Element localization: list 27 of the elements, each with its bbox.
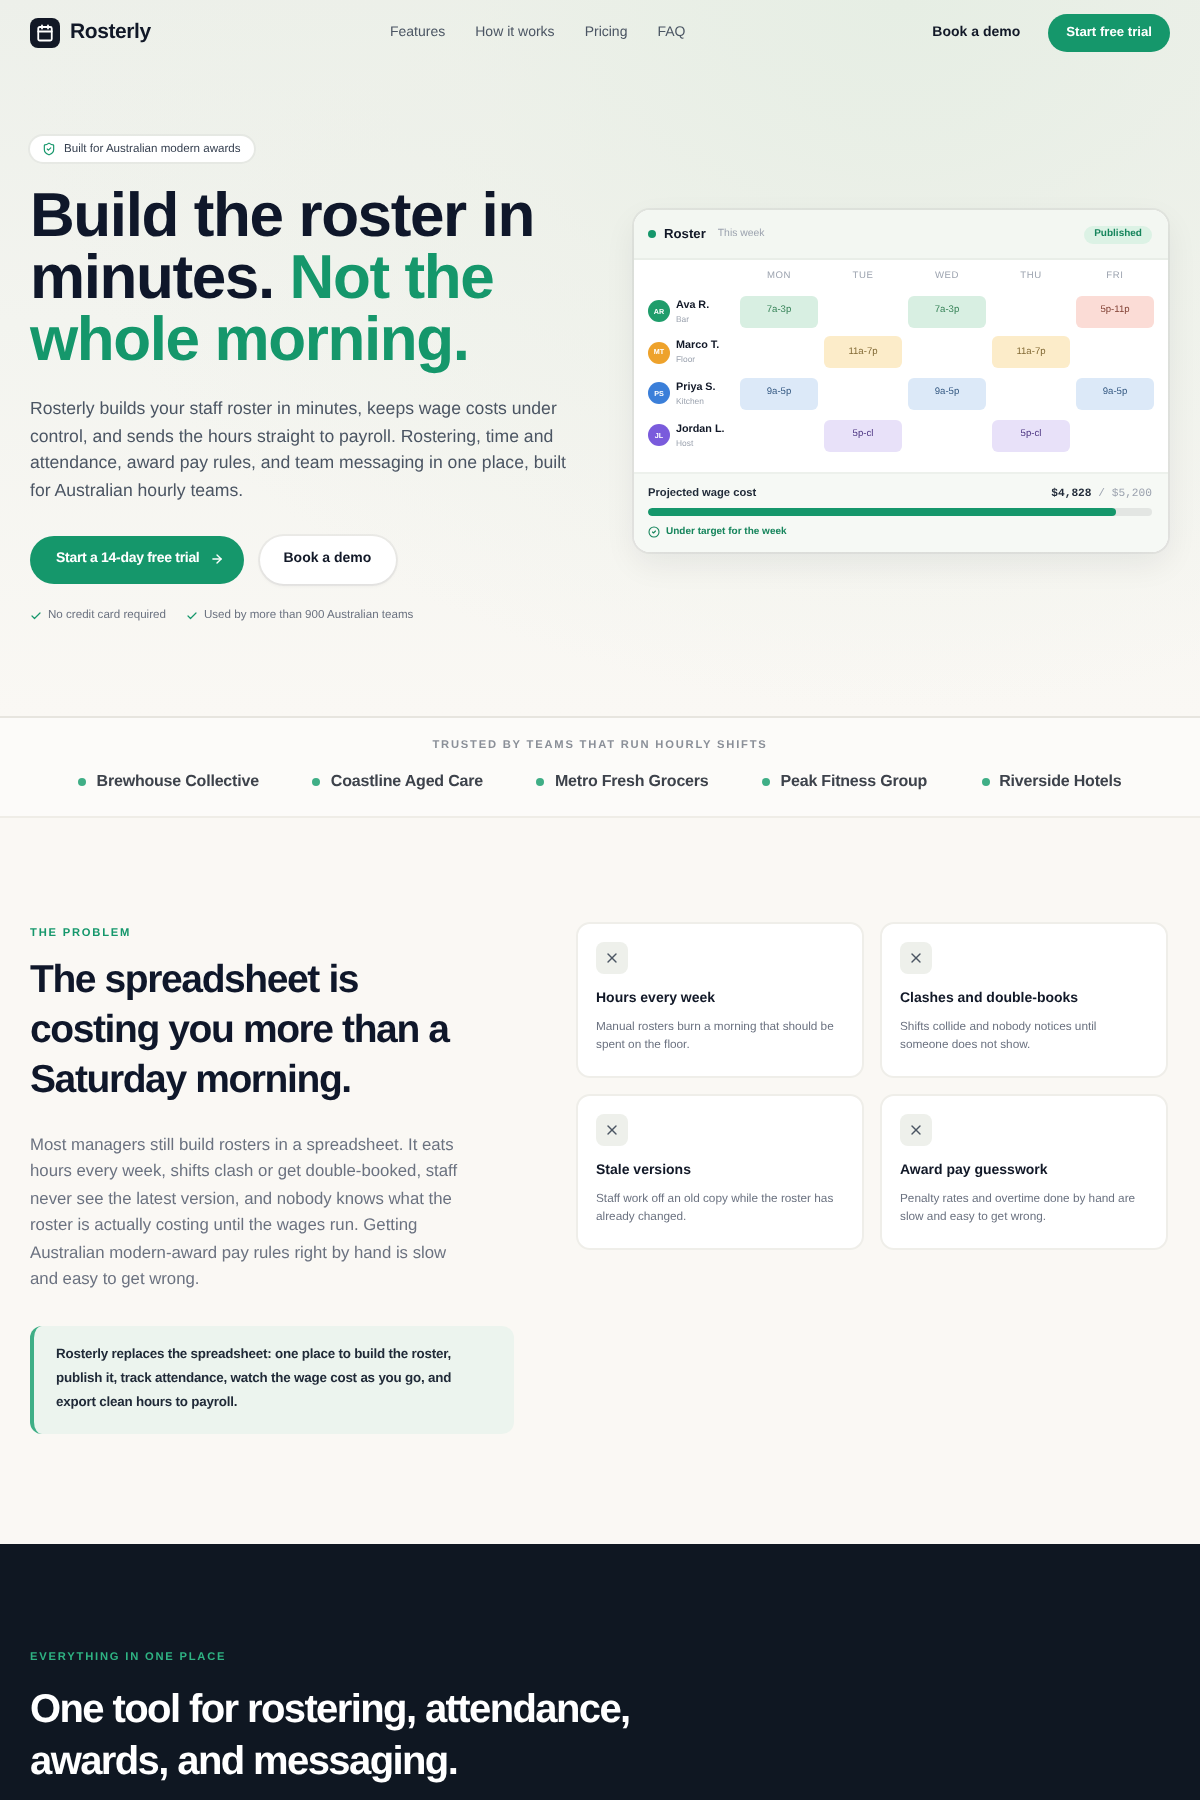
dot-icon [536,777,545,785]
section-heading: One tool for rostering, attendance, awards, and messaging. [30,1686,632,1787]
x-icon [900,1113,932,1145]
dot-icon [78,777,87,785]
company-name: Peak Fitness Group [780,772,928,790]
x-icon [596,941,628,973]
shield-check-icon [42,142,56,156]
company-name: Coastline Aged Care [330,772,483,790]
x-icon [596,1113,628,1145]
company-name: Riverside Hotels [999,772,1122,790]
circle-check-icon [648,525,660,538]
logo-icon[interactable] [30,17,60,47]
dot-icon [312,777,321,785]
hero-description: Rosterly builds your staff roster in minutes, keeps wage costs under control, and sends the hours straight to payroll. Rostering, time and attendance, award pay rules, and team messaging in one place, built for Australian hourly teams. [30,396,568,504]
company-name: Brewhouse Collective [96,772,259,790]
check-icon [185,609,198,621]
section-description: Most managers still build rosters in a spreadsheet. It eats hours every week, shifts clash or get double-booked, staff never see the latest version, and nobody knows what the roster is actually costing until the wages run. Getting Australian modern-award pay rules right by hand is slow and easy to get wrong. [30,1131,458,1292]
arrow-right-icon [209,552,224,566]
dot-icon [981,777,990,785]
dot-icon [762,777,771,785]
status-dot-icon [648,230,656,238]
x-icon [900,941,932,973]
hero-heading: Build the roster in minutes. Not the whole morning. [30,183,536,369]
brand-name[interactable]: Rosterly [70,20,151,44]
section-heading: The spreadsheet is costing you more than a Saturday morning. [30,956,452,1106]
check-icon [30,609,42,621]
company-name: Metro Fresh Grocers [554,772,709,790]
